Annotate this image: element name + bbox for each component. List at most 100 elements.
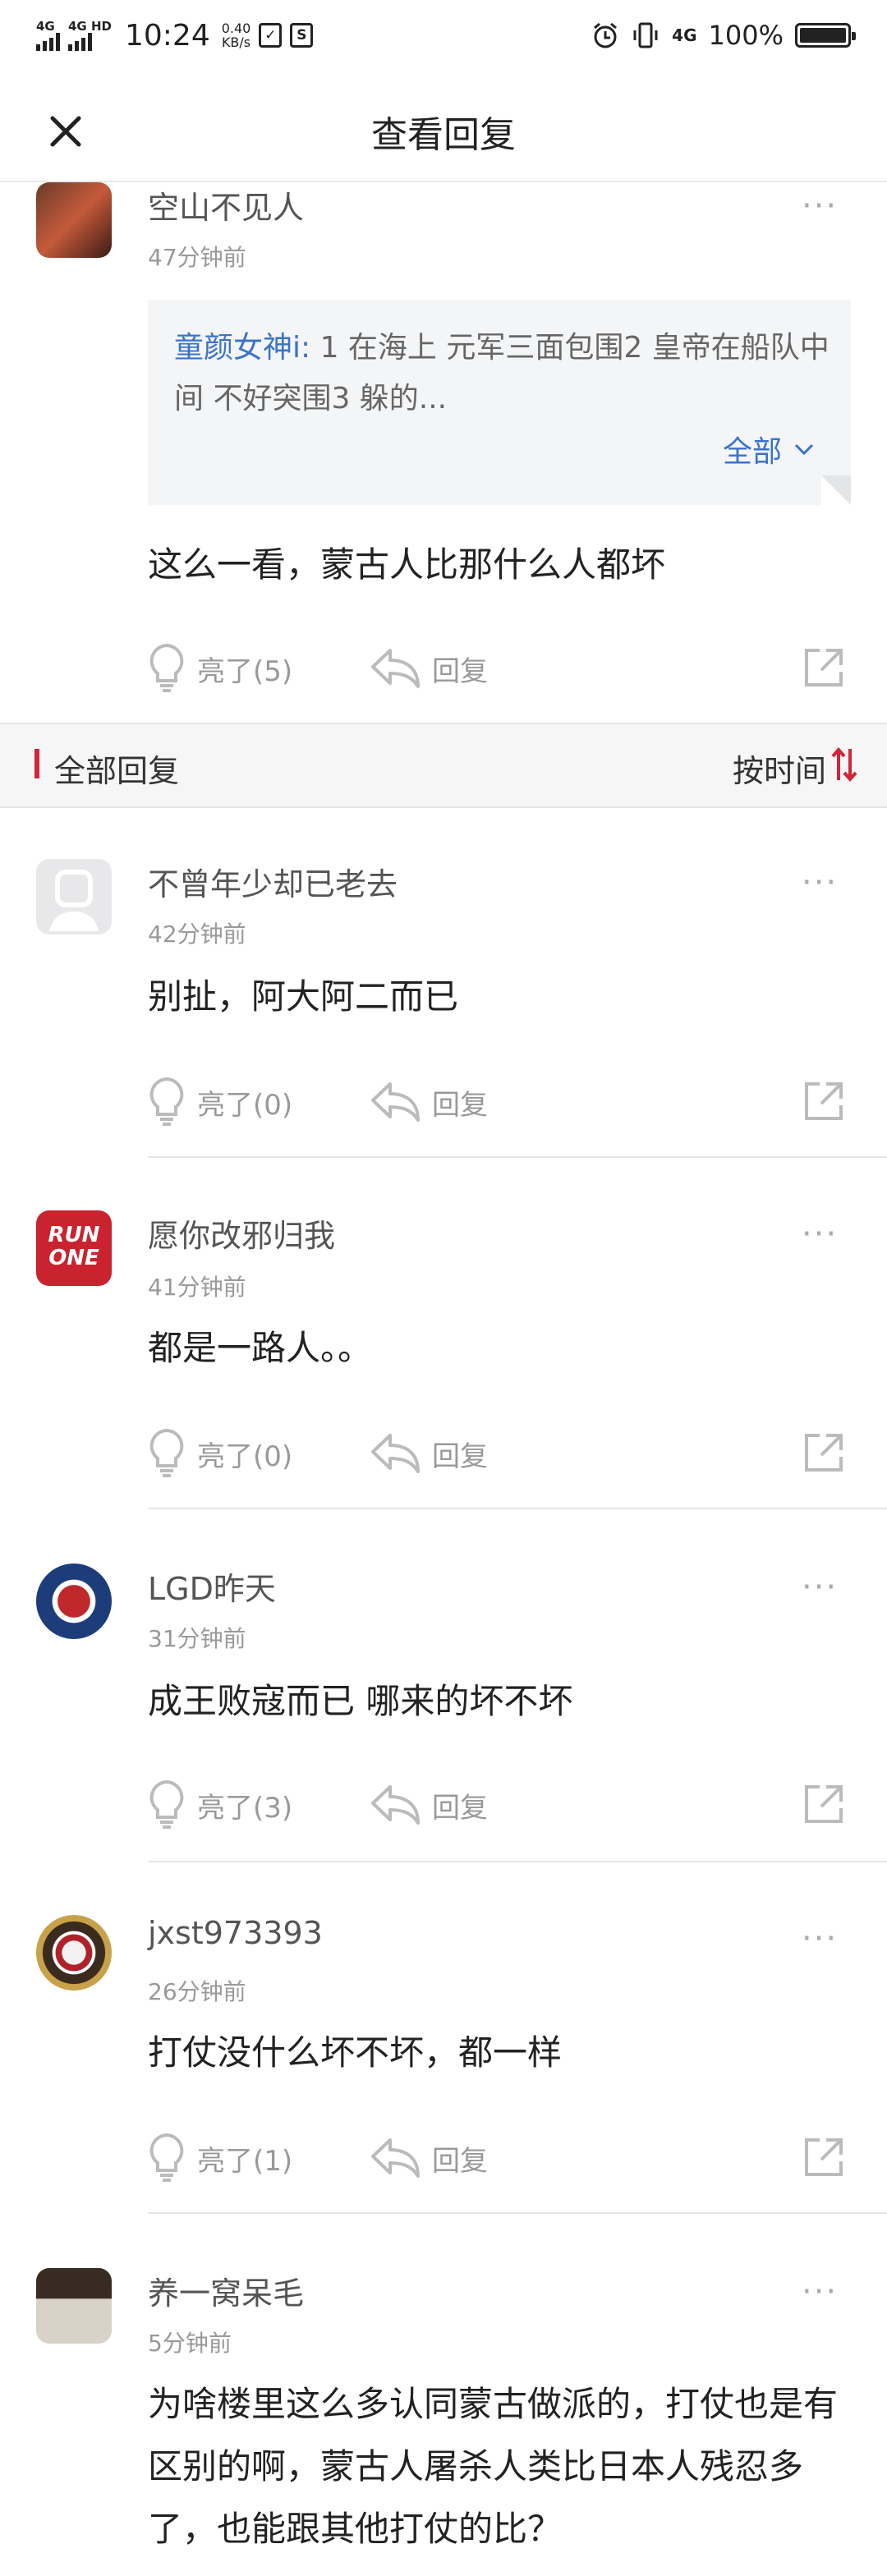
more-icon[interactable]: ··· <box>802 864 838 902</box>
reply-icon <box>371 1785 420 1825</box>
comment-time: 31分钟前 <box>148 1625 246 1652</box>
status-right: 4G 100% <box>591 15 856 56</box>
reply-icon <box>371 649 420 688</box>
avatar[interactable]: RUN ONE <box>36 1210 112 1286</box>
more-icon[interactable]: ··· <box>802 1215 838 1253</box>
comment-time: 41分钟前 <box>148 1274 246 1301</box>
share-icon[interactable] <box>802 1782 846 1826</box>
battery-icon <box>795 23 856 48</box>
avatar[interactable] <box>36 2268 112 2344</box>
reply-label: 回复 <box>432 1440 488 1473</box>
s-app-icon: S <box>290 23 314 48</box>
username[interactable]: 空山不见人 <box>148 182 304 227</box>
vibrate-icon <box>633 22 658 48</box>
comment-actions: 亮了(1) 回复 <box>148 2128 846 2188</box>
divider <box>148 1508 887 1509</box>
comment-content: 为啥楼里这么多认同蒙古做派的，打仗也是有区别的啊，蒙古人屠杀人类比日本人残忍多了… <box>148 2384 839 2549</box>
network-type: 4G <box>672 25 697 45</box>
avatar-logo: RUN ONE <box>36 1210 112 1270</box>
like-count: 亮了(3) <box>197 1791 293 1825</box>
reply-label: 回复 <box>432 1791 488 1825</box>
like-button[interactable]: 亮了(1) <box>148 2128 292 2188</box>
sort-bar: 全部回复 按时间 <box>0 723 887 808</box>
status-bar: 4G 4G HD 10:24 0.40 KB/s ✓ S 4G 100% <box>0 0 887 69</box>
signal-label-2: 4G HD <box>68 18 112 34</box>
reply-label: 回复 <box>432 2144 488 2178</box>
signal-icon: 4G <box>36 18 60 51</box>
reply-button[interactable]: 回复 <box>370 1424 488 1483</box>
reply-icon <box>371 2138 420 2178</box>
page-title: 查看回复 <box>371 114 516 156</box>
divider <box>148 2212 887 2214</box>
lightbulb-icon <box>149 1077 184 1126</box>
net-speed-value: 0.40 <box>221 21 251 36</box>
lightbulb-icon <box>149 1428 184 1477</box>
comment-content: 都是一路人。。 <box>148 1328 373 1368</box>
comment-content: 打仗没什么坏不坏，都一样 <box>148 2032 563 2073</box>
comment-time: 42分钟前 <box>148 921 246 948</box>
username[interactable]: LGD昨天 <box>148 1564 276 1609</box>
reply-button[interactable]: 回复 <box>370 2128 488 2188</box>
sort-by-time-button[interactable]: 按时间 <box>733 746 826 791</box>
reply-icon <box>371 1082 420 1122</box>
chevron-down-icon <box>794 443 814 456</box>
alarm-icon <box>594 22 618 48</box>
avatar-logo-line2: ONE <box>48 1246 99 1270</box>
lightbulb-icon <box>149 1779 184 1829</box>
accent-mark <box>34 749 39 778</box>
comment-actions: 亮了(3) 回复 <box>148 1775 846 1834</box>
net-speed-unit: KB/s <box>221 34 251 50</box>
more-icon[interactable]: ··· <box>802 187 838 225</box>
top-bar: 查看回复 <box>0 82 887 182</box>
share-icon[interactable] <box>802 1079 846 1123</box>
battery-percent: 100% <box>708 20 784 51</box>
reply-icon <box>371 1434 420 1473</box>
like-count: 亮了(1) <box>197 2144 293 2178</box>
share-icon[interactable] <box>802 2135 846 2179</box>
like-button[interactable]: 亮了(5) <box>148 639 292 698</box>
sort-icon[interactable] <box>831 746 857 783</box>
like-count: 亮了(0) <box>197 1440 293 1473</box>
more-icon[interactable]: ··· <box>802 2273 838 2311</box>
username[interactable]: 不曾年少却已老去 <box>148 859 398 904</box>
quoted-comment[interactable]: 童颜女神i: 1 在海上 元军三面包围2 皇帝在船队中间 不好突围3 躲的...… <box>148 300 851 505</box>
reply-label: 回复 <box>432 654 488 688</box>
signal-icon-2: 4G HD <box>68 18 112 51</box>
comment-content: 成王败寇而已 哪来的坏不坏 <box>148 1681 573 1721</box>
divider <box>148 1156 887 1158</box>
like-button[interactable]: 亮了(0) <box>148 1072 292 1132</box>
share-icon[interactable] <box>802 645 846 690</box>
comment-time: 26分钟前 <box>148 1978 246 2005</box>
comment-content: 别扯，阿大阿二而已 <box>148 976 459 1017</box>
fold-corner <box>821 475 851 505</box>
check-icon: ✓ <box>259 23 283 48</box>
lightbulb-icon <box>149 643 184 692</box>
username[interactable]: jxst973393 <box>148 1915 323 1951</box>
username[interactable]: 愿你改邪归我 <box>148 1210 335 1256</box>
like-button[interactable]: 亮了(3) <box>148 1775 292 1834</box>
clock: 10:24 <box>124 18 210 53</box>
username[interactable]: 养一窝呆毛 <box>148 2268 304 2313</box>
like-button[interactable]: 亮了(0) <box>148 1424 292 1483</box>
expand-all-button[interactable]: 全部 <box>723 428 815 471</box>
more-icon[interactable]: ··· <box>802 1568 838 1606</box>
reply-button[interactable]: 回复 <box>370 639 488 698</box>
default-avatar-icon <box>49 870 99 931</box>
reply-button[interactable]: 回复 <box>370 1775 488 1834</box>
signal-label: 4G <box>36 18 55 34</box>
lightbulb-icon <box>149 2133 184 2182</box>
all-replies-label: 全部回复 <box>54 753 180 789</box>
avatar[interactable] <box>36 1564 112 1639</box>
share-icon[interactable] <box>802 1430 846 1475</box>
status-left: 4G 4G HD 10:24 0.40 KB/s ✓ S <box>36 15 314 56</box>
avatar[interactable] <box>36 182 112 258</box>
more-icon[interactable]: ··· <box>802 1920 838 1958</box>
like-count: 亮了(5) <box>197 654 293 688</box>
quote-author[interactable]: 童颜女神i: <box>174 331 310 365</box>
comment-time: 5分钟前 <box>148 2330 232 2357</box>
avatar-logo-line1: RUN <box>48 1223 100 1247</box>
reply-button[interactable]: 回复 <box>370 1072 488 1132</box>
avatar[interactable] <box>36 1915 112 1991</box>
comment-time: 47分钟前 <box>148 244 246 271</box>
avatar-default[interactable] <box>36 859 112 934</box>
